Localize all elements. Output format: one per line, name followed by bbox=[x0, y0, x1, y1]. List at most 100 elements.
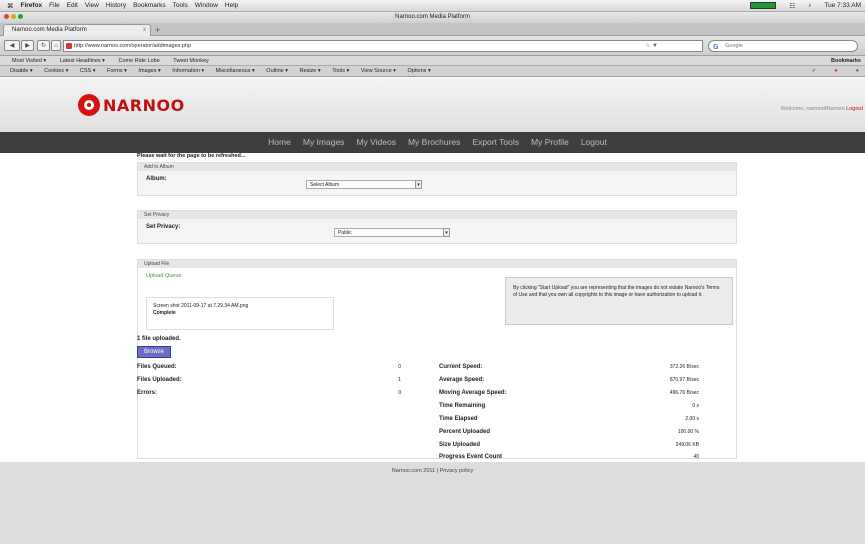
search-engine-icon[interactable]: G bbox=[713, 42, 718, 53]
menu-edit[interactable]: Edit bbox=[67, 2, 78, 9]
toolbar-css[interactable]: CSS ▾ bbox=[80, 68, 96, 74]
check-icon[interactable]: ✔ bbox=[812, 66, 817, 76]
reload-button[interactable]: ↻ bbox=[37, 40, 50, 51]
toolbar-cookies[interactable]: Cookies ▾ bbox=[44, 68, 68, 74]
nav-my-profile[interactable]: My Profile bbox=[531, 132, 569, 153]
toolbar-information[interactable]: Information ▾ bbox=[172, 68, 204, 74]
tab-narnoo[interactable]: Narnoo.com Media Platform x bbox=[3, 24, 151, 36]
upload-queue-item: Screen shot 2011-09-17 at 7.29.34 AM.png… bbox=[146, 297, 334, 330]
stat-value: 1 bbox=[398, 377, 401, 383]
nav-home[interactable]: Home bbox=[268, 132, 291, 153]
menu-bookmarks[interactable]: Bookmarks bbox=[133, 2, 166, 9]
privacy-panel-title: Set Privacy bbox=[138, 211, 736, 219]
bookmark-most-visited[interactable]: Most Visited ▾ bbox=[12, 58, 46, 64]
album-select[interactable]: Select Album ▾ bbox=[306, 180, 422, 189]
home-icon[interactable]: ⌂ bbox=[51, 40, 61, 51]
menu-window[interactable]: Window bbox=[195, 2, 218, 9]
bookmark-tweet-monkey[interactable]: Tweet Monkey bbox=[173, 58, 208, 64]
toolbar-forms[interactable]: Forms ▾ bbox=[107, 68, 127, 74]
new-tab-icon[interactable]: + bbox=[155, 25, 160, 35]
chevron-down-icon: ▾ bbox=[415, 180, 422, 189]
wait-notice: Please wait for the page to be refreshed… bbox=[137, 153, 246, 159]
menu-view[interactable]: View bbox=[85, 2, 99, 9]
close-window-icon[interactable] bbox=[4, 14, 9, 19]
site-header: NARNOO Welcome, narnoo4Narnoo Logout bbox=[0, 78, 865, 132]
privacy-panel: Set Privacy Set Privacy: Public ▾ bbox=[137, 210, 737, 244]
queue-item-filename: Screen shot 2011-09-17 at 7.29.34 AM.png bbox=[153, 303, 249, 309]
toolbar-options[interactable]: Options ▾ bbox=[407, 68, 430, 74]
bookmarks-menu[interactable]: Bookmarks bbox=[831, 56, 861, 65]
tab-close-icon[interactable]: x bbox=[143, 25, 146, 36]
stat-label: Progress Event Count bbox=[439, 454, 503, 460]
stat-percent-uploaded: Percent Uploaded 100.00 % bbox=[439, 427, 701, 438]
menu-firefox[interactable]: Firefox bbox=[21, 2, 43, 9]
logo-mark-icon bbox=[78, 94, 100, 116]
volume-icon[interactable]: ♪ bbox=[808, 2, 811, 9]
url-text: http://www.narnoo.com/operator/addimages… bbox=[74, 43, 192, 49]
menu-tools[interactable]: Tools bbox=[173, 2, 188, 9]
site-footer: Narnoo.com 2011 | Privacy policy bbox=[0, 462, 865, 544]
upload-terms-note: By clicking "Start Upload" you are repre… bbox=[505, 277, 733, 325]
bookmark-latest-headlines[interactable]: Latest Headlines ▾ bbox=[60, 58, 105, 64]
privacy-select[interactable]: Public ▾ bbox=[334, 228, 450, 237]
toolbar-miscellaneous[interactable]: Miscellaneous ▾ bbox=[216, 68, 255, 74]
search-field[interactable]: G Google bbox=[708, 40, 858, 52]
welcome-area: Welcome, narnoo4Narnoo Logout bbox=[781, 106, 863, 112]
stat-value: 0 bbox=[398, 364, 401, 370]
menu-help[interactable]: Help bbox=[225, 2, 238, 9]
stat-errors: Errors: 0 bbox=[137, 388, 403, 399]
upload-queue-label: Upload Queue bbox=[146, 273, 182, 279]
info-icon[interactable]: ● bbox=[856, 66, 859, 76]
clock[interactable]: Tue 7:33 AM bbox=[824, 2, 861, 9]
webdev-toolbar: Disable ▾ Cookies ▾ CSS ▾ Forms ▾ Images… bbox=[0, 66, 865, 77]
url-field[interactable]: http://www.narnoo.com/operator/addimages… bbox=[63, 40, 703, 52]
minimize-window-icon[interactable] bbox=[11, 14, 16, 19]
nav-my-brochures[interactable]: My Brochures bbox=[408, 132, 460, 153]
nav-my-videos[interactable]: My Videos bbox=[356, 132, 396, 153]
mac-menubar: ⌘ Firefox File Edit View History Bookmar… bbox=[0, 0, 865, 12]
stat-label: Files Queued: bbox=[137, 364, 177, 370]
stat-value: 100.00 % bbox=[677, 429, 699, 435]
stat-label: Current Speed: bbox=[439, 364, 483, 370]
stat-label: Errors: bbox=[137, 390, 158, 396]
nav-export-tools[interactable]: Export Tools bbox=[472, 132, 519, 153]
toolbar-tools[interactable]: Tools ▾ bbox=[332, 68, 349, 74]
album-select-value: Select Album bbox=[310, 182, 340, 188]
toolbar-resize[interactable]: Resize ▾ bbox=[300, 68, 321, 74]
browse-button[interactable]: Browse bbox=[137, 346, 171, 358]
upload-panel-title: Upload File bbox=[138, 260, 736, 268]
footer-text[interactable]: Narnoo.com 2011 | Privacy policy bbox=[0, 468, 865, 474]
toolbar-disable[interactable]: Disable ▾ bbox=[10, 68, 33, 74]
error-icon[interactable]: ● bbox=[834, 66, 837, 76]
stat-time-remaining: Time Remaining 0 s bbox=[439, 401, 701, 412]
menu-file[interactable]: File bbox=[49, 2, 59, 9]
search-placeholder: Google bbox=[725, 43, 743, 49]
nav-logout[interactable]: Logout bbox=[581, 132, 607, 153]
menu-history[interactable]: History bbox=[106, 2, 126, 9]
stat-current-speed: Current Speed: 372.26 B/sec bbox=[439, 362, 701, 373]
stat-moving-average-speed: Moving Average Speed: 496.76 B/sec bbox=[439, 388, 701, 399]
toolbar-images[interactable]: Images ▾ bbox=[138, 68, 160, 74]
zoom-window-icon[interactable] bbox=[18, 14, 23, 19]
forward-button[interactable]: ▶ bbox=[21, 40, 34, 51]
bookmark-come-ride-lobe[interactable]: Come Ride Lobe bbox=[118, 58, 159, 64]
stat-average-speed: Average Speed: 870.97 B/sec bbox=[439, 375, 701, 386]
privacy-label: Set Privacy: bbox=[146, 224, 181, 230]
stat-label: Percent Uploaded bbox=[439, 429, 491, 435]
toolbar-view-source[interactable]: View Source ▾ bbox=[361, 68, 396, 74]
menubar-status: ☷ ♪ Tue 7:33 AM bbox=[750, 2, 865, 10]
header-logout-link[interactable]: Logout bbox=[846, 106, 863, 112]
stat-files-uploaded: Files Uploaded: 1 bbox=[137, 375, 403, 386]
bookmark-star-icon[interactable]: ☆ ▼ bbox=[645, 41, 658, 52]
apple-icon[interactable]: ⌘ bbox=[7, 2, 14, 10]
narnoo-logo[interactable]: NARNOO bbox=[78, 94, 185, 116]
stat-size-uploaded: Size Uploaded 249.06 KB bbox=[439, 440, 701, 451]
nav-my-images[interactable]: My Images bbox=[303, 132, 345, 153]
stat-value: 496.76 B/sec bbox=[669, 390, 699, 396]
window-titlebar: Narnoo.com Media Platform bbox=[0, 12, 865, 23]
stat-value: 372.26 B/sec bbox=[669, 364, 699, 370]
back-button[interactable]: ◀ bbox=[4, 40, 20, 51]
wifi-icon[interactable]: ☷ bbox=[789, 2, 795, 10]
stat-value: 0 s bbox=[692, 403, 699, 409]
toolbar-outline[interactable]: Outline ▾ bbox=[266, 68, 288, 74]
